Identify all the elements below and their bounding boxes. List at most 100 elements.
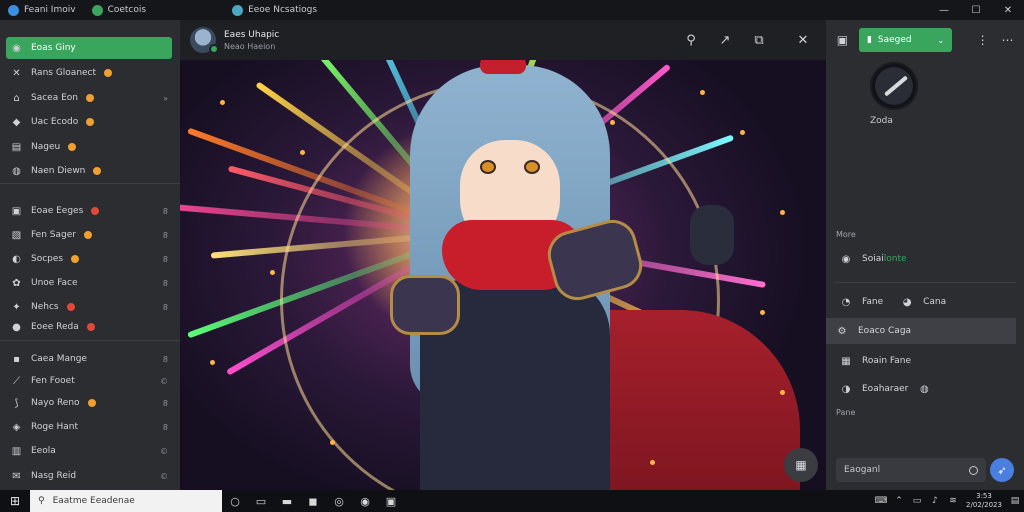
spark bbox=[300, 150, 305, 155]
panel-item-label: Eoaco Caga bbox=[858, 326, 912, 336]
profile-avatar[interactable] bbox=[870, 62, 918, 110]
item-count: 8 bbox=[162, 230, 168, 240]
screen-icon[interactable]: ▣ bbox=[834, 31, 851, 49]
viewer-titles: Eaes Uhapic Neao Haeion bbox=[224, 30, 279, 51]
store-icon[interactable]: ◼ bbox=[300, 490, 326, 512]
emoji-icon: ◕ bbox=[902, 296, 912, 308]
spark bbox=[210, 360, 215, 365]
right-panel: ▣ ▮ Saeged ⌄ ⋮ ⋯ Zoda More ◉ Soiailonte … bbox=[826, 20, 1024, 490]
wifi-icon[interactable]: ≋ bbox=[944, 490, 962, 512]
browser-icon[interactable]: ◎ bbox=[326, 490, 352, 512]
panel-item-chat[interactable]: ◔ Fane ◕ Cana bbox=[830, 289, 1020, 315]
keyboard-icon[interactable]: ⌨ bbox=[872, 490, 890, 512]
sidebar-item-label: Roge Hant bbox=[31, 422, 78, 432]
close-viewer-icon[interactable]: ✕ bbox=[790, 27, 816, 53]
sidebar-item-16[interactable]: ▥ Eeola © bbox=[6, 440, 172, 462]
battery-icon[interactable]: ▭ bbox=[908, 490, 926, 512]
taskbar-apps: ○ ▭ ▬ ◼ ◎ ◉ ▣ bbox=[222, 490, 404, 512]
sidebar-item-label: Uac Ecodo bbox=[31, 117, 79, 127]
close-window-button[interactable]: ✕ bbox=[992, 0, 1024, 20]
more-menu-icon[interactable]: ⋮ bbox=[974, 31, 991, 49]
sidebar-item-15[interactable]: ◈ Roge Hant 8 bbox=[6, 416, 172, 438]
sidebar-item-10[interactable]: ✦ Nehcs 8 bbox=[6, 296, 172, 318]
app-icon[interactable]: ▣ bbox=[378, 490, 404, 512]
status-badge bbox=[68, 143, 77, 151]
sidebar: ◉ Eoas Giny ✕ Rans Gloanect ⌂ Sacea Eon » ◆ Uac … bbox=[0, 20, 180, 490]
support-button[interactable]: ▮ Saeged ⌄ bbox=[858, 28, 953, 52]
eye-left bbox=[480, 160, 496, 174]
notifications-icon[interactable]: ▤ bbox=[1006, 490, 1024, 512]
panel-item-social[interactable]: ◉ Soiailonte bbox=[830, 246, 1020, 272]
sidebar-item-3[interactable]: ◆ Uac Ecodo bbox=[6, 111, 172, 133]
chevron-down-icon: ⌄ bbox=[937, 35, 945, 45]
pin-icon[interactable]: ⚲ bbox=[678, 27, 704, 53]
minimize-button[interactable]: — bbox=[928, 0, 960, 20]
sidebar-item-11[interactable]: ● Eoee Reda bbox=[6, 316, 172, 338]
options-icon[interactable]: ⋯ bbox=[999, 31, 1016, 49]
sidebar-item-12[interactable]: ▪ Caea Mange 8 bbox=[6, 348, 172, 370]
clock-date: 2/02/2023 bbox=[966, 501, 1002, 509]
avatar[interactable] bbox=[190, 27, 219, 54]
person-icon: ◑ bbox=[841, 383, 851, 395]
send-button[interactable]: ➶ bbox=[990, 458, 1014, 482]
panel-item-settings[interactable]: ⚙ Eoaco Caga bbox=[826, 318, 1016, 344]
volume-icon[interactable]: ♪ bbox=[926, 490, 944, 512]
item-count: 8 bbox=[162, 206, 168, 216]
info-icon: ◉ bbox=[841, 253, 851, 265]
chevron-up-icon[interactable]: ⌃ bbox=[890, 490, 908, 512]
item-count: 8 bbox=[162, 254, 168, 264]
panel-item-label: Roain Fane bbox=[862, 356, 912, 366]
spark bbox=[220, 100, 225, 105]
sidebar-item-label: Nehcs bbox=[31, 302, 59, 312]
tab-0[interactable]: Feani Imoiv bbox=[0, 0, 84, 20]
status-badge bbox=[93, 167, 102, 175]
maximize-button[interactable]: ☐ bbox=[960, 0, 992, 20]
clock-time: 3:53 bbox=[976, 492, 992, 500]
sidebar-item-4[interactable]: ▤ Nageu bbox=[6, 136, 172, 158]
explorer-icon[interactable]: ▬ bbox=[274, 490, 300, 512]
sidebar-item-14[interactable]: ⟆ Nayo Reno 8 bbox=[6, 392, 172, 414]
sidebar-item-17[interactable]: ✉ Nasg Reid © bbox=[6, 465, 172, 487]
status-badge bbox=[87, 399, 96, 407]
sidebar-item-label: Nageu bbox=[31, 142, 61, 152]
sidebar-item-label: Fen Fooet bbox=[31, 376, 75, 386]
share-icon[interactable]: ↗ bbox=[712, 27, 738, 53]
sidebar-item-0[interactable]: ◉ Eoas Giny bbox=[6, 37, 172, 59]
puzzle-icon: ✿ bbox=[12, 277, 21, 289]
panel-item-person[interactable]: ◑ Eoaharaer ◍ bbox=[830, 376, 1020, 402]
start-button[interactable]: ⊞ bbox=[0, 490, 30, 512]
copy-icon[interactable]: ⧉ bbox=[746, 27, 772, 53]
sidebar-item-label: Nasg Reid bbox=[31, 471, 77, 481]
sidebar-item-2[interactable]: ⌂ Sacea Eon » bbox=[6, 87, 172, 109]
sidebar-item-label: Rans Gloanect bbox=[31, 68, 97, 78]
taskview-icon[interactable]: ▭ bbox=[248, 490, 274, 512]
panel-item-label-2: Cana bbox=[923, 297, 947, 307]
tab-2[interactable]: Eeoe Ncsatiogs bbox=[224, 0, 325, 20]
sidebar-item-8[interactable]: ◐ Socpes 8 bbox=[6, 248, 172, 270]
panel-item-label: Soiai bbox=[862, 254, 884, 264]
spark bbox=[330, 440, 335, 445]
sidebar-item-7[interactable]: ▧ Fen Sager 8 bbox=[6, 224, 172, 246]
edge-icon[interactable]: ◉ bbox=[352, 490, 378, 512]
status-badge bbox=[104, 69, 113, 77]
sidebar-item-5[interactable]: ◍ Naen Diewn bbox=[6, 160, 172, 182]
gallery-button[interactable]: ▦ bbox=[784, 448, 818, 482]
item-count: 8 bbox=[162, 302, 168, 312]
panel-item-grid[interactable]: ▦ Roain Fane bbox=[830, 348, 1020, 374]
cortana-icon[interactable]: ○ bbox=[222, 490, 248, 512]
message-input[interactable]: Eaoganl bbox=[836, 458, 986, 482]
sidebar-item-6[interactable]: ▣ Eoae Eeges 8 bbox=[6, 200, 172, 222]
clock[interactable]: 3:53 2/02/2023 bbox=[962, 492, 1006, 510]
sidebar-item-9[interactable]: ✿ Unoe Face 8 bbox=[6, 272, 172, 294]
sidebar-item-1[interactable]: ✕ Rans Gloanect bbox=[6, 62, 172, 84]
spark bbox=[780, 210, 785, 215]
image-icon: ▧ bbox=[11, 229, 22, 241]
planet-icon: ◐ bbox=[12, 253, 21, 265]
bow-shape bbox=[480, 60, 526, 74]
record-icon[interactable] bbox=[969, 465, 978, 475]
sidebar-item-label: Eoee Reda bbox=[31, 322, 79, 332]
taskbar-search[interactable]: ⚲ Eaatme Eeadenae bbox=[30, 490, 222, 512]
sidebar-item-13[interactable]: ⟋ Fen Fooet © bbox=[6, 370, 172, 392]
grid-icon: ▦ bbox=[841, 355, 851, 367]
tab-1[interactable]: Coetcois bbox=[84, 0, 155, 20]
